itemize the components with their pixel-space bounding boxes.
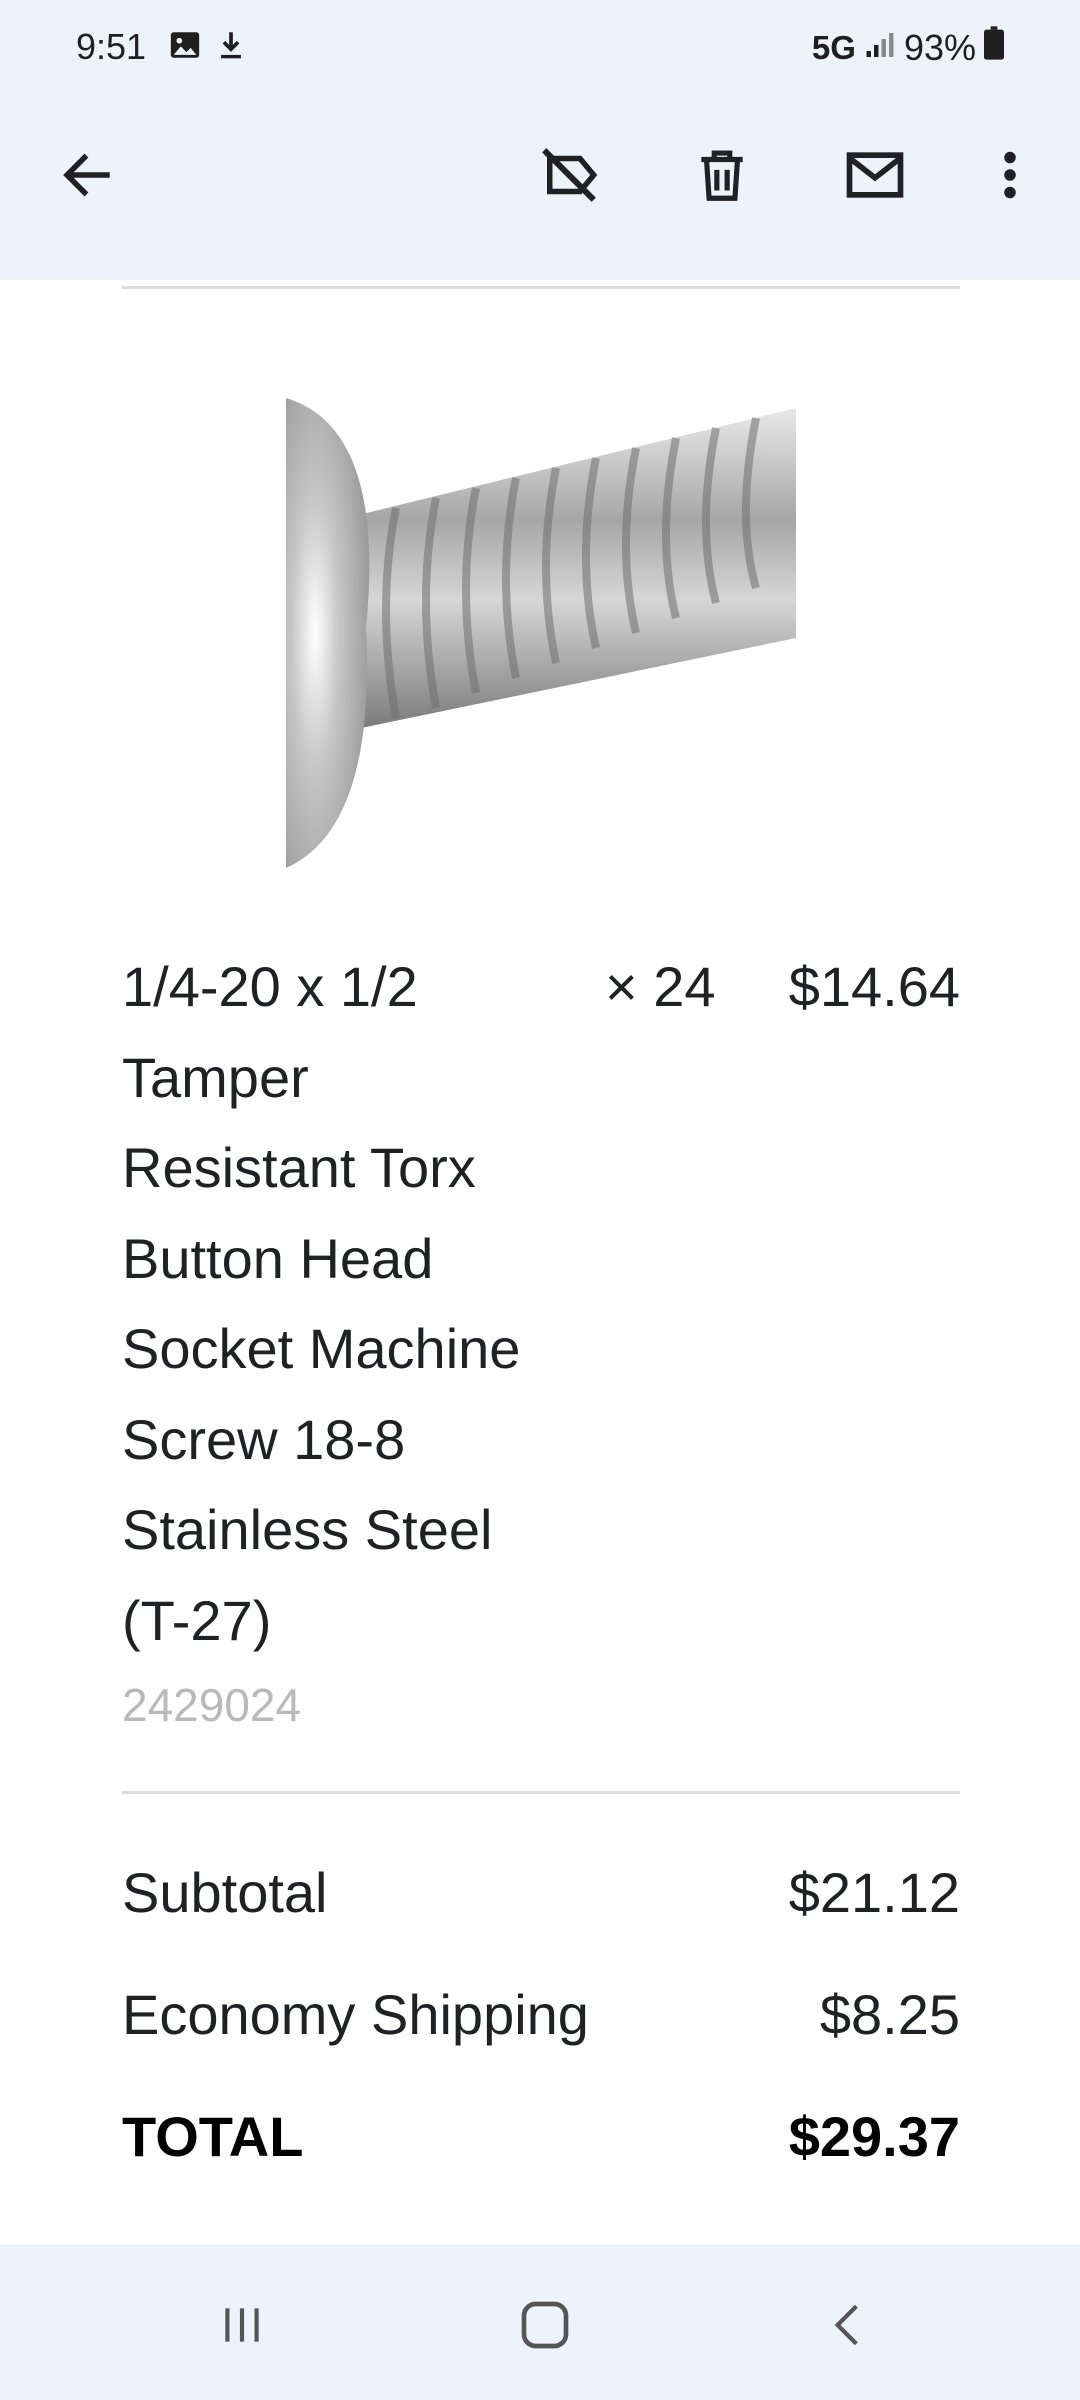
item-name-line: Button Head (122, 1226, 434, 1290)
divider (122, 1791, 960, 1794)
battery-percent: 93% (903, 26, 976, 68)
divider (122, 286, 960, 289)
signal-icon (864, 27, 896, 69)
back-nav-icon[interactable] (808, 2290, 888, 2360)
more-vert-icon[interactable] (975, 140, 1045, 210)
subtotal-value: $21.12 (788, 1861, 960, 1924)
gallery-icon (168, 28, 202, 71)
item-name-line: Socket Machine (122, 1317, 521, 1380)
item-price: $14.64 (788, 955, 960, 1018)
item-name-line: Tamper (122, 1045, 309, 1109)
product-image (286, 368, 796, 868)
recent-apps-icon[interactable] (202, 2290, 282, 2360)
shipping-value: $8.25 (819, 1983, 960, 2046)
item-sku: 2429024 (122, 1679, 302, 1731)
network-type: 5G (811, 28, 856, 66)
item-name-line: Screw 18-8 (122, 1407, 406, 1471)
mail-icon[interactable] (840, 140, 910, 210)
delete-icon[interactable] (687, 140, 757, 210)
shipping-row: Economy Shipping $8.25 (122, 1982, 960, 2047)
status-time: 9:51 (76, 26, 147, 67)
top-chrome: 9:51 5G 93% (0, 0, 1080, 280)
subtotal-row: Subtotal $21.12 (122, 1860, 960, 1925)
shipping-label: Economy Shipping (122, 1983, 589, 2046)
subtotal-label: Subtotal (122, 1861, 328, 1924)
total-row: TOTAL $29.37 (122, 2104, 960, 2169)
item-name: 1/4-20 x 1/2 Tamper Resistant Torx Butto… (122, 942, 592, 1666)
download-icon (214, 28, 248, 71)
item-quantity: × 24 (605, 955, 716, 1018)
email-body: 1/4-20 x 1/2 Tamper Resistant Torx Butto… (0, 280, 1080, 2245)
home-icon[interactable] (505, 2290, 585, 2360)
label-off-icon[interactable] (534, 140, 604, 210)
status-bar: 9:51 5G 93% (0, 0, 1080, 95)
item-name-line: Resistant Torx (122, 1136, 476, 1199)
item-name-line: (T-27) (122, 1588, 272, 1652)
status-right: 5G 93% (812, 26, 1004, 69)
item-name-line: 1/4-20 x 1/2 (122, 955, 418, 1018)
item-name-line: Stainless Steel (122, 1498, 493, 1561)
total-label: TOTAL (122, 2105, 304, 2168)
battery-icon (984, 26, 1004, 69)
back-arrow-icon[interactable] (52, 140, 122, 210)
total-value: $29.37 (788, 2105, 960, 2168)
system-nav-bar (0, 2245, 1080, 2400)
